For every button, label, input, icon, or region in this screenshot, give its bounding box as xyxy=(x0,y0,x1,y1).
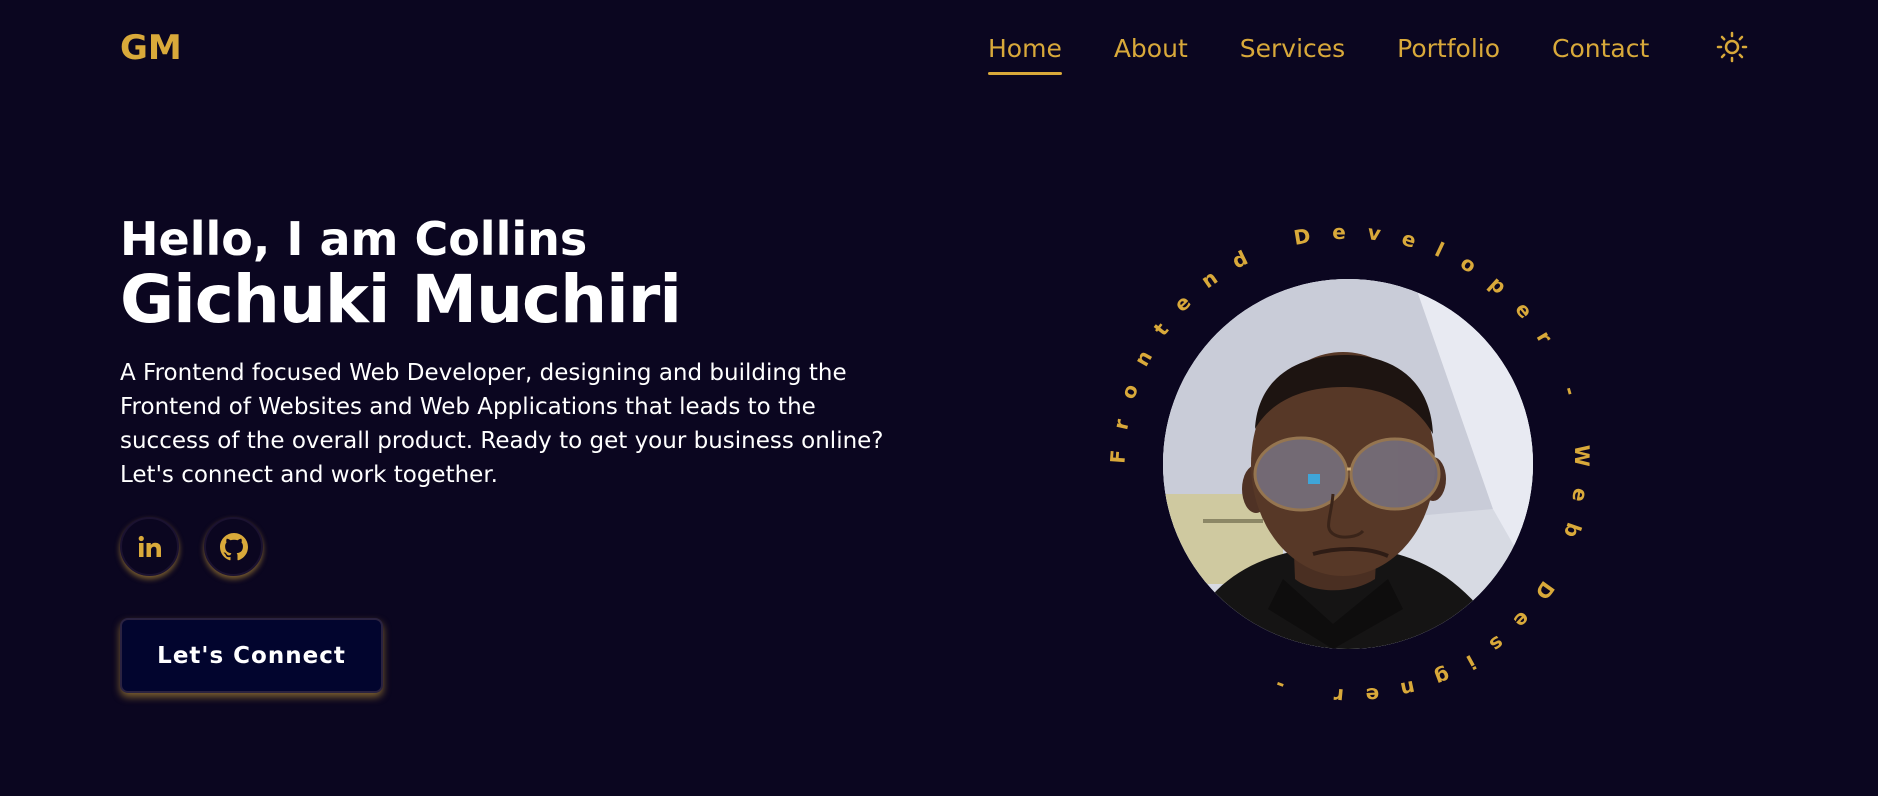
nav-item-contact[interactable]: Contact xyxy=(1552,33,1649,65)
theme-toggle-button[interactable] xyxy=(1716,31,1748,63)
linkedin-link[interactable] xyxy=(120,517,179,576)
nav-item-services[interactable]: Services xyxy=(1240,33,1345,65)
nav-item-home[interactable]: Home xyxy=(988,33,1062,75)
site-logo[interactable]: GM xyxy=(120,28,182,68)
hero-name: Gichuki Muchiri xyxy=(120,261,682,338)
main-nav: Home About Services Portfolio Contact xyxy=(988,33,1701,75)
portrait-image xyxy=(1163,279,1533,649)
linkedin-icon xyxy=(138,535,161,557)
sun-icon xyxy=(1716,31,1748,63)
github-icon xyxy=(219,532,248,560)
hero-section: Hello, I am Collins Gichuki Muchiri A Fr… xyxy=(120,212,920,492)
hero-greeting: Hello, I am Collins xyxy=(120,212,588,266)
social-links xyxy=(120,517,288,576)
nav-item-portfolio[interactable]: Portfolio xyxy=(1397,33,1500,65)
github-link[interactable] xyxy=(204,517,263,576)
hero-description: A Frontend focused Web Developer, design… xyxy=(120,360,884,488)
lets-connect-button[interactable]: Let's Connect xyxy=(120,618,383,693)
profile-photo xyxy=(1163,279,1533,649)
portrait: Frontend Developer - Web Designer - xyxy=(1110,224,1590,704)
nav-item-about[interactable]: About xyxy=(1114,33,1188,65)
